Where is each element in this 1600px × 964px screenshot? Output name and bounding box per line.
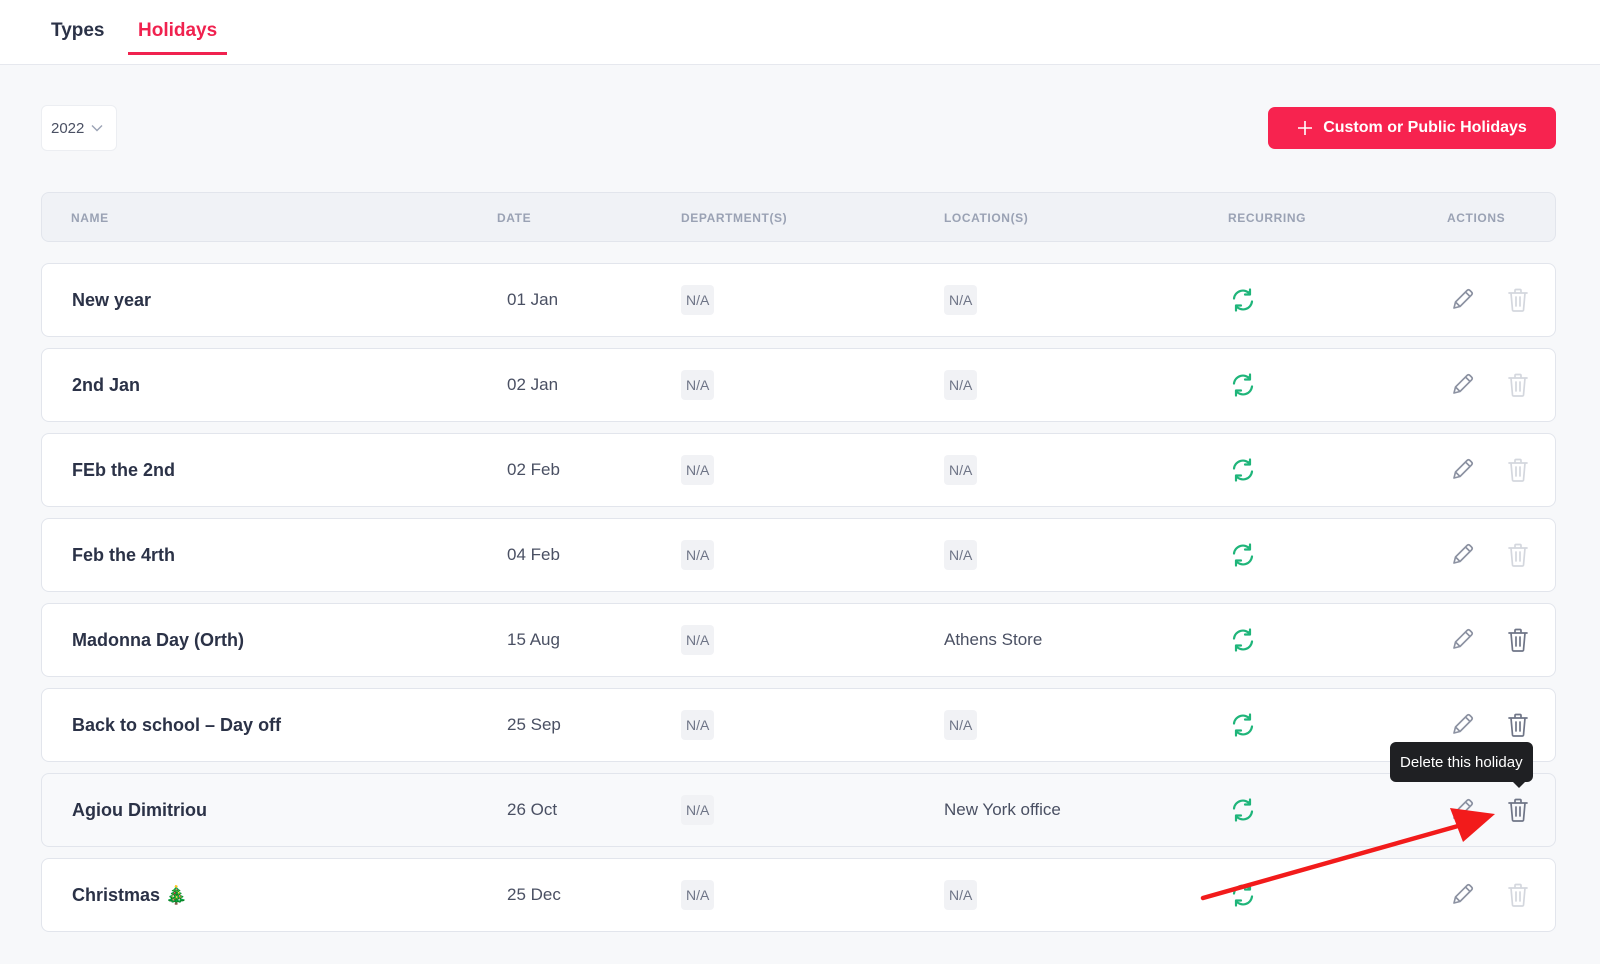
holiday-departments: N/A xyxy=(681,774,715,846)
recurring-icon xyxy=(1229,774,1257,846)
holiday-name: Madonna Day (Orth) xyxy=(72,629,245,650)
recurring-icon xyxy=(1229,519,1257,591)
table-header: NAME DATE DEPARTMENT(S) LOCATION(S) RECU… xyxy=(41,192,1556,242)
edit-pencil-icon[interactable] xyxy=(1447,774,1477,846)
edit-pencil-icon[interactable] xyxy=(1447,519,1477,591)
plus-icon xyxy=(1298,121,1313,135)
table-row: Christmas 🎄 25 Dec N/A N/A xyxy=(41,858,1556,932)
holiday-date: 01 Jan xyxy=(507,290,559,309)
edit-pencil-icon[interactable] xyxy=(1447,434,1477,506)
column-header-recurring: RECURRING xyxy=(1228,211,1307,225)
holiday-date: 15 Aug xyxy=(507,630,560,649)
holiday-locations: N/A xyxy=(944,434,978,506)
locations-text: Athens Store xyxy=(944,630,1043,649)
holiday-departments: N/A xyxy=(681,264,715,336)
holiday-departments: N/A xyxy=(681,349,715,421)
column-header-date[interactable]: DATE xyxy=(497,211,531,225)
holiday-date: 02 Feb xyxy=(507,460,560,479)
recurring-icon xyxy=(1229,434,1257,506)
add-holiday-button[interactable]: Custom or Public Holidays xyxy=(1268,107,1556,149)
holiday-locations: New York office xyxy=(944,774,1061,846)
holiday-departments: N/A xyxy=(681,519,715,591)
recurring-icon xyxy=(1229,859,1257,931)
edit-pencil-icon[interactable] xyxy=(1447,604,1477,676)
holiday-date: 02 Jan xyxy=(507,375,559,394)
holiday-name: Back to school – Day off xyxy=(72,714,282,735)
holiday-name: New year xyxy=(72,289,152,310)
table-row: New year 01 Jan N/A N/A xyxy=(41,263,1556,337)
locations-badge: N/A xyxy=(944,455,978,485)
locations-badge: N/A xyxy=(944,370,978,400)
holiday-date: 04 Feb xyxy=(507,545,560,564)
table-row: Agiou Dimitriou 26 Oct N/A New York offi… xyxy=(41,773,1556,847)
holiday-name: Agiou Dimitriou xyxy=(72,799,207,820)
column-header-name[interactable]: NAME xyxy=(71,211,109,225)
recurring-icon xyxy=(1229,264,1257,336)
tab-holidays[interactable]: Holidays xyxy=(128,20,228,55)
holiday-date: 25 Sep xyxy=(507,715,561,734)
departments-badge: N/A xyxy=(681,710,715,740)
holiday-departments: N/A xyxy=(681,689,715,761)
holiday-locations: Athens Store xyxy=(944,604,1042,676)
holiday-departments: N/A xyxy=(681,859,715,931)
departments-badge: N/A xyxy=(681,880,715,910)
departments-badge: N/A xyxy=(681,370,715,400)
edit-pencil-icon[interactable] xyxy=(1447,859,1477,931)
edit-pencil-icon[interactable] xyxy=(1447,264,1477,336)
column-header-departments: DEPARTMENT(S) xyxy=(681,211,788,225)
holiday-departments: N/A xyxy=(681,604,715,676)
top-tab-bar: Types Holidays xyxy=(0,0,1600,65)
recurring-icon xyxy=(1229,349,1257,421)
table-row: Back to school – Day off 25 Sep N/A N/A xyxy=(41,688,1556,762)
delete-trash-icon xyxy=(1505,434,1531,506)
holiday-locations: N/A xyxy=(944,689,978,761)
year-dropdown-value: 2022 xyxy=(51,119,85,137)
holiday-date: 26 Oct xyxy=(507,800,558,819)
locations-badge: N/A xyxy=(944,710,978,740)
recurring-icon xyxy=(1229,689,1257,761)
table-row: Feb the 4rth 04 Feb N/A N/A xyxy=(41,518,1556,592)
column-header-locations: LOCATION(S) xyxy=(944,211,1029,225)
delete-trash-icon xyxy=(1505,519,1531,591)
tab-types[interactable]: Types xyxy=(41,20,115,52)
departments-badge: N/A xyxy=(681,285,715,315)
delete-trash-icon xyxy=(1505,859,1531,931)
holiday-date: 25 Dec xyxy=(507,885,561,904)
table-row: Madonna Day (Orth) 15 Aug N/A Athens Sto… xyxy=(41,603,1556,677)
departments-badge: N/A xyxy=(681,540,715,570)
delete-trash-icon xyxy=(1505,264,1531,336)
add-holiday-button-label: Custom or Public Holidays xyxy=(1323,119,1527,136)
edit-pencil-icon[interactable] xyxy=(1447,349,1477,421)
departments-badge: N/A xyxy=(681,795,715,825)
holiday-departments: N/A xyxy=(681,434,715,506)
table-row: FEb the 2nd 02 Feb N/A N/A xyxy=(41,433,1556,507)
departments-badge: N/A xyxy=(681,625,715,655)
holiday-name: Christmas 🎄 xyxy=(72,884,188,905)
delete-trash-icon[interactable] xyxy=(1505,604,1531,676)
delete-tooltip: Delete this holiday xyxy=(1390,742,1533,788)
locations-text: New York office xyxy=(944,800,1061,819)
delete-trash-icon xyxy=(1505,349,1531,421)
locations-badge: N/A xyxy=(944,285,978,315)
chevron-down-icon xyxy=(91,125,103,132)
holiday-name: 2nd Jan xyxy=(72,374,141,395)
table-row: 2nd Jan 02 Jan N/A N/A xyxy=(41,348,1556,422)
column-header-actions: ACTIONS xyxy=(1447,211,1506,225)
year-dropdown[interactable]: 2022 xyxy=(41,105,117,151)
holiday-name: Feb the 4rth xyxy=(72,544,176,565)
holiday-locations: N/A xyxy=(944,349,978,421)
recurring-icon xyxy=(1229,604,1257,676)
holiday-locations: N/A xyxy=(944,859,978,931)
locations-badge: N/A xyxy=(944,880,978,910)
holiday-name: FEb the 2nd xyxy=(72,459,175,480)
locations-badge: N/A xyxy=(944,540,978,570)
holiday-locations: N/A xyxy=(944,519,978,591)
departments-badge: N/A xyxy=(681,455,715,485)
holiday-locations: N/A xyxy=(944,264,978,336)
